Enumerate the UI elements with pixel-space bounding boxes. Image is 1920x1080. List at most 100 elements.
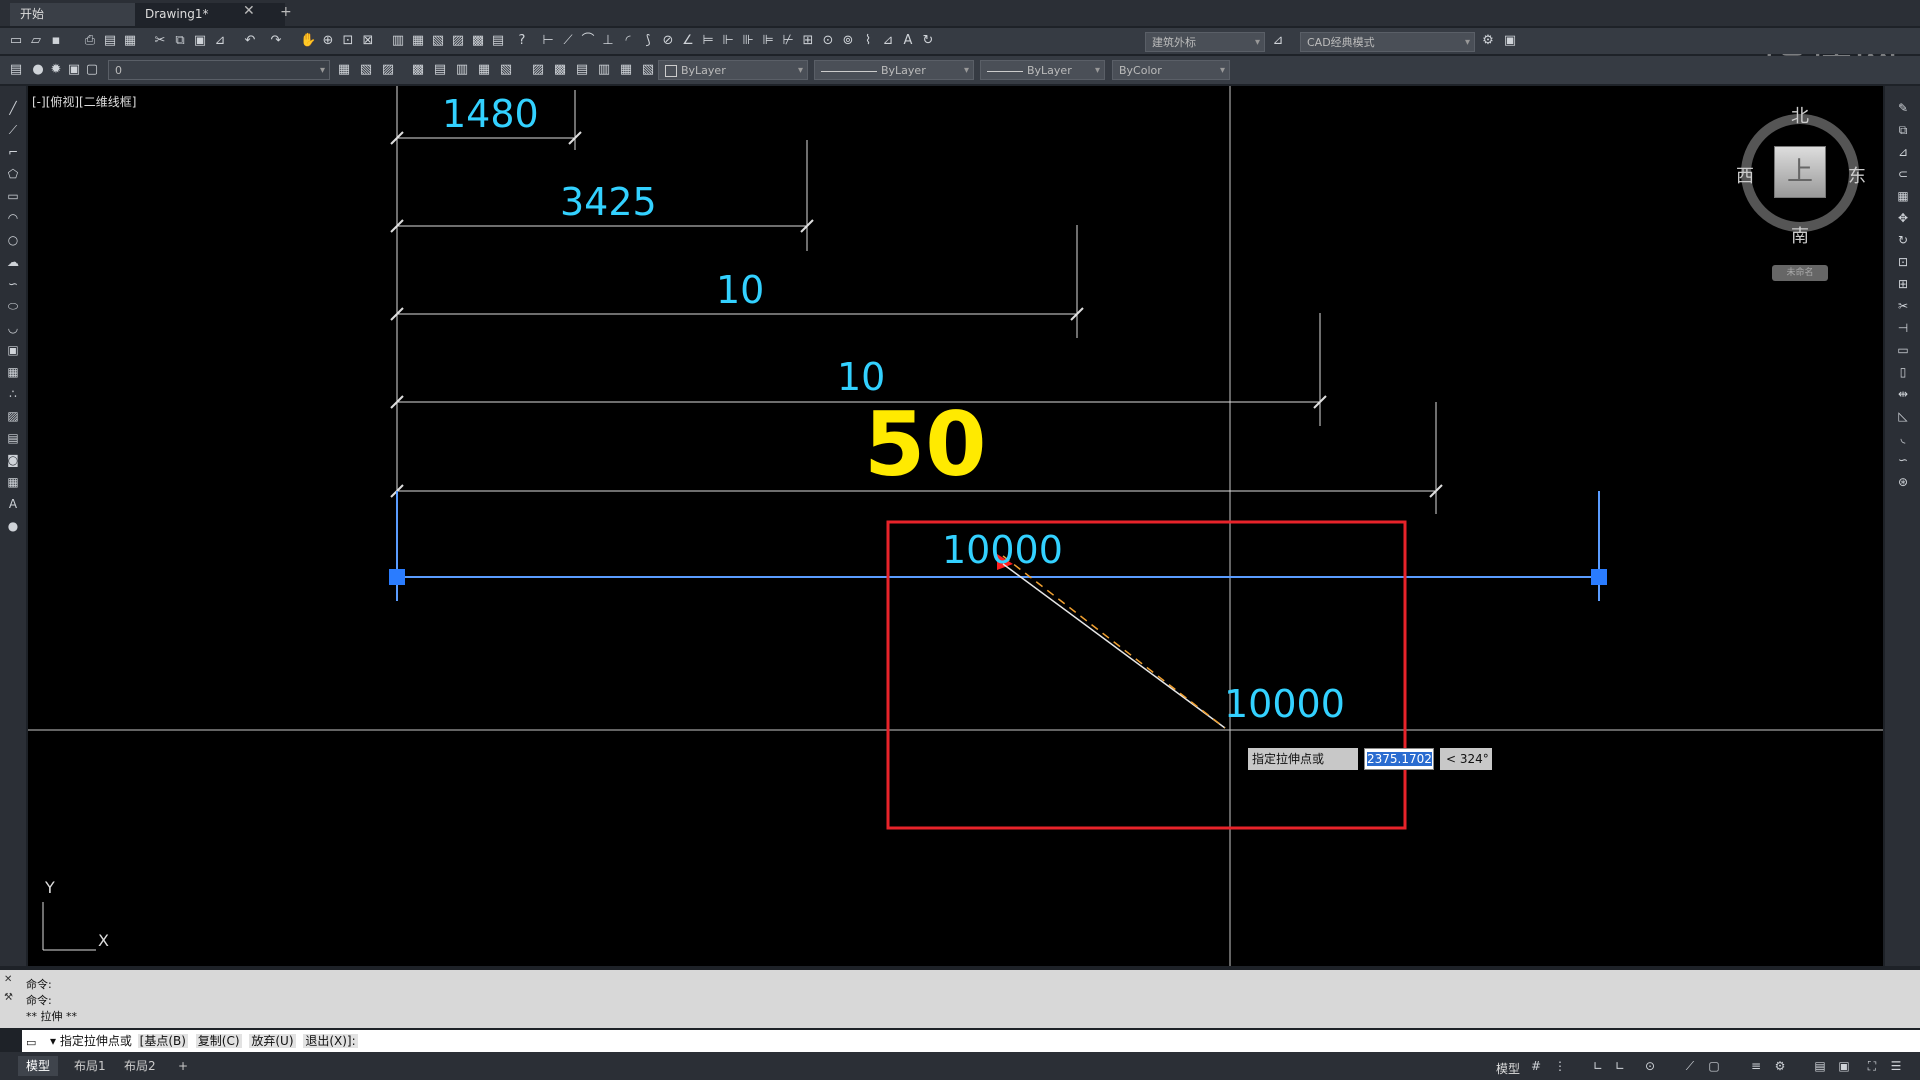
lineweight-toggle-icon[interactable]: ≡ bbox=[1748, 1058, 1764, 1074]
dynamic-input-distance[interactable]: 2375.1702 bbox=[1364, 748, 1434, 770]
make-current-layer-icon[interactable]: ▦ bbox=[336, 62, 352, 78]
fillet-icon[interactable]: ◟ bbox=[1895, 430, 1911, 446]
tab-drawing1[interactable]: Drawing1* bbox=[135, 3, 285, 26]
hatch-icon[interactable]: ▨ bbox=[5, 408, 21, 424]
revcloud-icon[interactable]: ☁ bbox=[5, 254, 21, 270]
snap-icon[interactable]: ⋮ bbox=[1552, 1058, 1568, 1074]
drawing-canvas[interactable]: 1480 3425 10 10 50 10000 10000 Y X 北 南 西… bbox=[28, 86, 1883, 966]
break-point-icon[interactable]: ▭ bbox=[1895, 342, 1911, 358]
continue-dim-icon[interactable]: ⊪ bbox=[740, 33, 756, 49]
dim-style-manager-icon[interactable]: ⊿ bbox=[1270, 33, 1286, 49]
viewcube-top-face[interactable]: 上 bbox=[1774, 146, 1826, 198]
gradient-icon[interactable]: ▤ bbox=[5, 430, 21, 446]
cut-icon[interactable]: ✂ bbox=[152, 33, 168, 49]
osnap-tracking-icon[interactable]: ⟋ bbox=[1682, 1058, 1698, 1074]
layer-match-icon[interactable]: ▨ bbox=[530, 62, 546, 78]
paste-icon[interactable]: ▣ bbox=[192, 33, 208, 49]
mirror-icon[interactable]: ⊿ bbox=[1895, 144, 1911, 160]
mtext-icon[interactable]: A bbox=[5, 496, 21, 512]
layer-unisolate-icon[interactable]: ▤ bbox=[432, 62, 448, 78]
explode-icon[interactable]: ⊛ bbox=[1895, 474, 1911, 490]
gear-icon[interactable]: ⚙ bbox=[1772, 1058, 1788, 1074]
close-tab-icon[interactable]: ✕ bbox=[243, 3, 255, 19]
circle-icon[interactable]: ○ bbox=[5, 232, 21, 248]
move-icon[interactable]: ✥ bbox=[1895, 210, 1911, 226]
baseline-dim-icon[interactable]: ⊩ bbox=[720, 33, 736, 49]
plotstyle-select[interactable]: ByColor bbox=[1112, 60, 1230, 81]
workspace-select[interactable]: CAD经典模式 bbox=[1300, 32, 1475, 53]
lineweight-select[interactable]: ByLayer bbox=[980, 60, 1105, 81]
sheet-set-icon[interactable]: ▨ bbox=[450, 33, 466, 49]
dynamic-input-angle[interactable]: < 324° bbox=[1440, 748, 1492, 770]
jogged-linear-icon[interactable]: ⌇ bbox=[860, 33, 876, 49]
inspect-icon[interactable]: ⊚ bbox=[840, 33, 856, 49]
make-block-icon[interactable]: ▦ bbox=[5, 364, 21, 380]
design-center-icon[interactable]: ▦ bbox=[410, 33, 426, 49]
help-icon[interactable]: ? bbox=[514, 33, 530, 49]
blend-icon[interactable]: ∽ bbox=[1895, 452, 1911, 468]
zoom-previous-icon[interactable]: ⊠ bbox=[360, 33, 376, 49]
command-line[interactable]: ▭ ▾ 指定拉伸点或 [基点(B) 复制(C) 放弃(U) 退出(X)]: bbox=[22, 1030, 1920, 1052]
aligned-dim-icon[interactable]: ⟋ bbox=[560, 33, 576, 49]
layer-properties-icon[interactable]: ▤ bbox=[8, 62, 24, 78]
layer-change-icon[interactable]: ▩ bbox=[552, 62, 568, 78]
rotate-icon[interactable]: ↻ bbox=[1895, 232, 1911, 248]
layout-tab-2[interactable]: 布局2 bbox=[116, 1056, 164, 1076]
isodraft-icon[interactable]: ⊙ bbox=[1642, 1058, 1658, 1074]
chamfer-icon[interactable]: ◺ bbox=[1895, 408, 1911, 424]
osnap-icon[interactable]: ▢ bbox=[1706, 1058, 1722, 1074]
sun-icon[interactable]: ✹ bbox=[48, 62, 64, 78]
ellipse-arc-icon[interactable]: ◡ bbox=[5, 320, 21, 336]
fullscreen-icon[interactable]: ⛶ bbox=[1864, 1058, 1880, 1074]
scale-icon[interactable]: ⊡ bbox=[1895, 254, 1911, 270]
region-icon[interactable]: ◙ bbox=[5, 452, 21, 468]
dim-update-icon[interactable]: ↻ bbox=[920, 33, 936, 49]
calculator-icon[interactable]: ▤ bbox=[490, 33, 506, 49]
close-icon[interactable]: ✕ bbox=[4, 974, 12, 985]
array-icon[interactable]: ▦ bbox=[1895, 188, 1911, 204]
zoom-window-icon[interactable]: ⊡ bbox=[340, 33, 356, 49]
dim-edit-icon[interactable]: ⊿ bbox=[880, 33, 896, 49]
command-icon[interactable]: ▭ bbox=[26, 1032, 36, 1054]
viewcube-east[interactable]: 东 bbox=[1848, 162, 1866, 188]
new-file-icon[interactable]: ▭ bbox=[8, 33, 24, 49]
viewcube-south[interactable]: 南 bbox=[1791, 222, 1809, 248]
bulb-icon[interactable]: ● bbox=[30, 62, 46, 78]
center-mark-icon[interactable]: ⊙ bbox=[820, 33, 836, 49]
publish-icon[interactable]: ▦ bbox=[122, 33, 138, 49]
jogged-dim-icon[interactable]: ⟆ bbox=[640, 33, 656, 49]
spline-icon[interactable]: ∽ bbox=[5, 276, 21, 292]
properties-icon[interactable]: ▥ bbox=[390, 33, 406, 49]
radius-dim-icon[interactable]: ◜ bbox=[620, 33, 636, 49]
tab-start[interactable]: 开始 bbox=[10, 3, 150, 26]
layer-select[interactable]: 0 bbox=[108, 60, 330, 81]
dim-space-icon[interactable]: ⊫ bbox=[760, 33, 776, 49]
layer-delete-icon[interactable]: ▥ bbox=[596, 62, 612, 78]
color-select[interactable]: ByLayer bbox=[658, 60, 808, 81]
line-icon[interactable]: ╱ bbox=[5, 100, 21, 116]
tool-palettes-icon[interactable]: ▧ bbox=[430, 33, 446, 49]
new-tab-button[interactable]: + bbox=[280, 4, 292, 20]
stretch-icon[interactable]: ⊞ bbox=[1895, 276, 1911, 292]
option-copy[interactable]: 复制(C) bbox=[195, 1034, 242, 1048]
save-icon[interactable]: ▪ bbox=[48, 33, 64, 49]
layout-tab-model[interactable]: 模型 bbox=[18, 1056, 59, 1076]
layer-unlock-icon[interactable]: ▢ bbox=[84, 62, 100, 78]
ordinate-dim-icon[interactable]: ⊥ bbox=[600, 33, 616, 49]
layer-copy-icon[interactable]: ▧ bbox=[640, 62, 656, 78]
point-icon[interactable]: ∴ bbox=[5, 386, 21, 402]
layout-tab-1[interactable]: 布局1 bbox=[66, 1056, 114, 1076]
linear-dim-icon[interactable]: ⊢ bbox=[540, 33, 556, 49]
gear-icon[interactable]: ⚙ bbox=[1480, 33, 1496, 49]
tolerance-icon[interactable]: ⊞ bbox=[800, 33, 816, 49]
layer-translate-icon[interactable]: ▦ bbox=[618, 62, 634, 78]
wrench-icon[interactable]: ⚒ bbox=[4, 992, 13, 1003]
viewcube-west[interactable]: 西 bbox=[1736, 162, 1754, 188]
quick-properties-icon[interactable]: ▤ bbox=[1812, 1058, 1828, 1074]
layer-previous-icon[interactable]: ▧ bbox=[358, 62, 374, 78]
rectangle-icon[interactable]: ▭ bbox=[5, 188, 21, 204]
add-selected-icon[interactable]: ● bbox=[5, 518, 21, 534]
viewcube-north[interactable]: 北 bbox=[1791, 102, 1809, 128]
option-exit[interactable]: 退出(X)]: bbox=[303, 1034, 358, 1048]
trim-icon[interactable]: ✂ bbox=[1895, 298, 1911, 314]
